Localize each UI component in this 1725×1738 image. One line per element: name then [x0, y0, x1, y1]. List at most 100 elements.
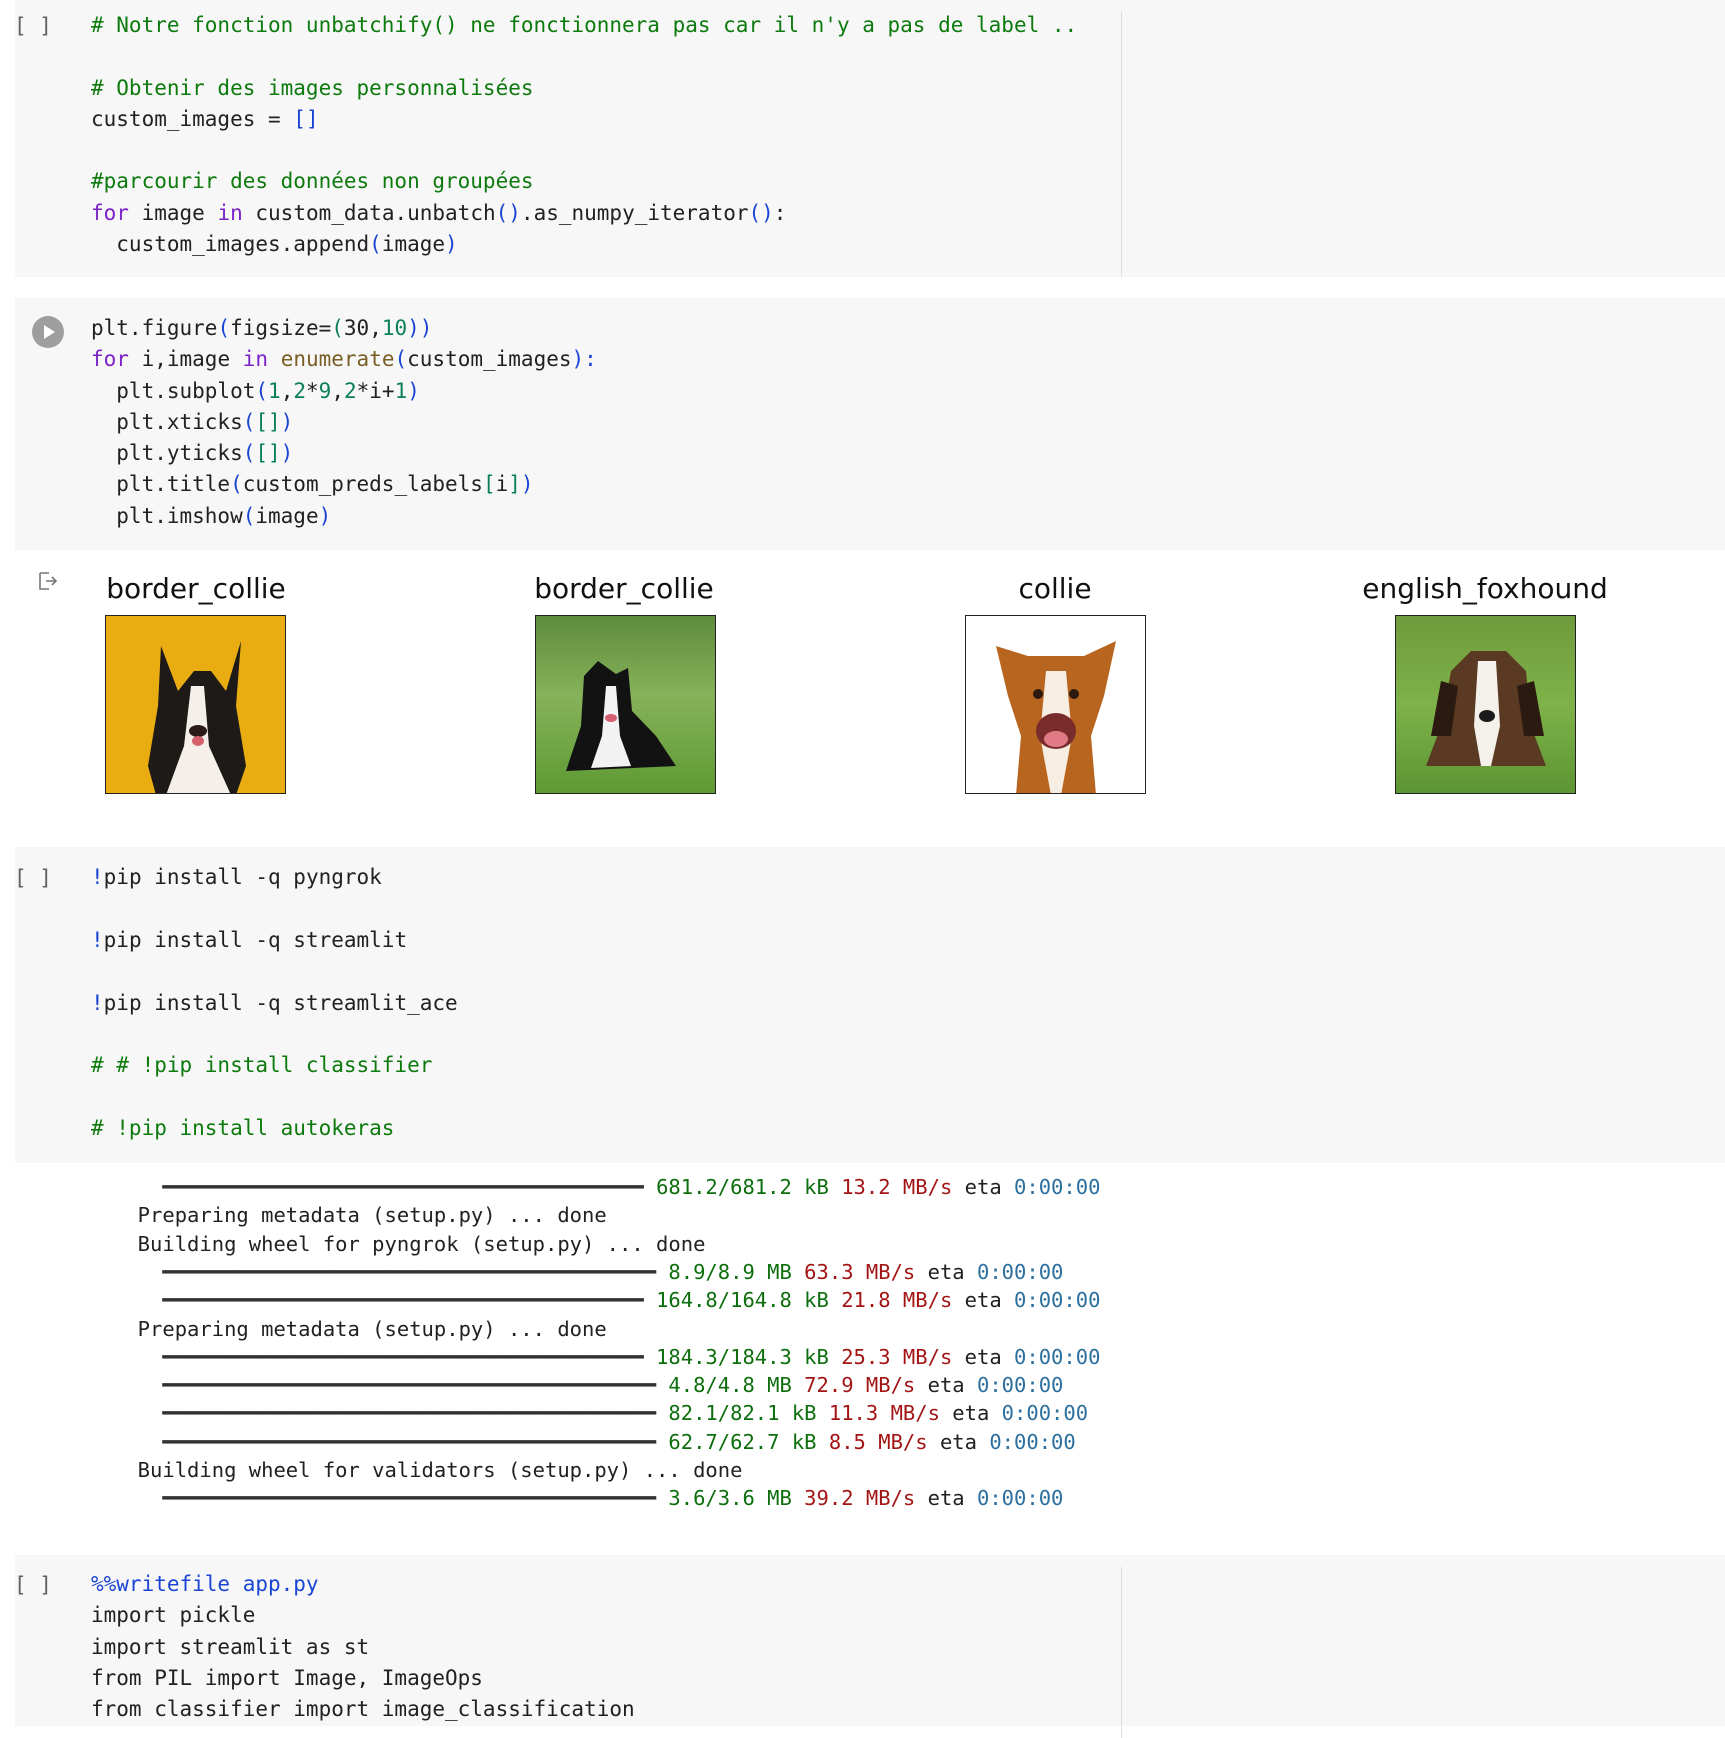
- code-editor[interactable]: !pip install -q pyngrok !pip install -q …: [91, 862, 458, 1145]
- output-token: eta: [964, 1175, 1002, 1199]
- code-line: import pickle: [91, 1600, 635, 1631]
- code-token: 2: [293, 378, 306, 403]
- code-line: # Notre fonction unbatchify() ne fonctio…: [91, 10, 1077, 41]
- output-token: 82.1/82.1 kB: [668, 1401, 817, 1426]
- code-token: )): [407, 316, 433, 340]
- output-token: ━━━━━━━━━━━━━━━━━━━━━━━━━━━━━━━━━━━━━━━: [162, 1175, 644, 1199]
- code-token: (: [230, 472, 243, 497]
- plot-title: collie: [1018, 572, 1092, 605]
- output-token: ━━━━━━━━━━━━━━━━━━━━━━━━━━━━━━━━━━━━━━━━: [162, 1259, 657, 1284]
- output-token: Building wheel for pyngrok (setup.py) ..…: [113, 1231, 706, 1256]
- code-token: (: [242, 441, 256, 466]
- output-line: Building wheel for pyngrok (setup.py) ..…: [113, 1231, 706, 1256]
- code-line: plt.figure(figsize=(30,10)): [91, 313, 597, 344]
- code-token: plt.imshow: [91, 503, 243, 528]
- output-token: 0:00:00: [989, 1429, 1076, 1454]
- code-editor[interactable]: plt.figure(figsize=(30,10)) for i,image i…: [91, 313, 597, 532]
- code-line: from PIL import Image, ImageOps: [91, 1663, 635, 1694]
- cell-run-bracket[interactable]: [ ]: [14, 866, 52, 890]
- code-editor[interactable]: # Notre fonction unbatchify() ne fonctio…: [91, 10, 1077, 260]
- output-token: 63.3 MB/s: [804, 1259, 916, 1284]
- code-token: # Notre fonction unbatchify() ne fonctio…: [91, 13, 1078, 37]
- output-token: 11.3 MB/s: [828, 1401, 940, 1426]
- code-token: # Obtenir des images personnalisées: [91, 75, 534, 100]
- code-line: !pip install -q streamlit: [91, 925, 458, 956]
- code-line: !pip install -q pyngrok: [91, 862, 458, 893]
- dog-image: [965, 615, 1146, 794]
- output-line: ━━━━━━━━━━━━━━━━━━━━━━━━━━━━━━━━━━━━━━━━…: [113, 1429, 1076, 1454]
- output-token: ━━━━━━━━━━━━━━━━━━━━━━━━━━━━━━━━━━━━━━━: [162, 1288, 644, 1313]
- output-token: 13.2 MB/s: [841, 1175, 953, 1199]
- code-token: custom_preds_labels: [242, 472, 483, 497]
- code-token: (: [217, 316, 231, 340]
- code-token: 1: [394, 378, 408, 403]
- output-token: 0:00:00: [976, 1373, 1064, 1398]
- code-line: !pip install -q streamlit_ace: [91, 988, 458, 1019]
- code-token: plt.subplot: [91, 378, 256, 403]
- code-token: pip install -q streamlit: [103, 927, 408, 952]
- code-token: ):: [571, 347, 597, 372]
- output-line: ━━━━━━━━━━━━━━━━━━━━━━━━━━━━━━━━━━━━━━━━…: [113, 1260, 1063, 1284]
- code-token: # # !pip install classifier: [91, 1053, 433, 1078]
- code-token: plt.title: [91, 472, 231, 497]
- output-token: 3.6/3.6 MB: [668, 1486, 792, 1511]
- code-token: image: [128, 200, 218, 225]
- code-token: custom_data.unbatch: [242, 200, 496, 225]
- code-line: plt.title(custom_preds_labels[i]): [91, 469, 597, 500]
- output-token: 25.3 MB/s: [841, 1344, 953, 1369]
- code-token: image: [255, 503, 319, 528]
- output-token: 72.9 MB/s: [804, 1373, 916, 1398]
- code-token: #parcourir des données non groupées: [91, 169, 534, 194]
- output-line: ━━━━━━━━━━━━━━━━━━━━━━━━━━━━━━━━━━━━━━━ …: [113, 1288, 1100, 1312]
- code-token: enumerate: [280, 347, 395, 372]
- code-line: #parcourir des données non groupées: [91, 166, 1077, 197]
- output-token: eta: [964, 1344, 1002, 1369]
- code-token: ,: [280, 378, 294, 403]
- run-cell-button[interactable]: [32, 316, 64, 348]
- code-line: # !pip install autokeras: [91, 1113, 458, 1144]
- code-token: custom_images: [407, 347, 572, 372]
- code-line: import streamlit as st: [91, 1632, 635, 1663]
- code-token: !: [91, 990, 104, 1015]
- code-token: *: [306, 378, 319, 403]
- output-token: eta: [952, 1401, 990, 1426]
- code-token: ): [520, 472, 534, 497]
- output-token: eta: [927, 1373, 965, 1398]
- output-token: eta: [939, 1429, 977, 1454]
- code-editor[interactable]: %%writefile app.py import pickle import st…: [91, 1569, 635, 1725]
- code-line: custom_images = []: [91, 104, 1077, 135]
- code-token: (: [255, 378, 269, 403]
- code-token: .as_numpy_iterator: [520, 200, 749, 225]
- cell-divider: [1121, 12, 1122, 277]
- output-token: 0:00:00: [1014, 1288, 1101, 1313]
- output-token: ━━━━━━━━━━━━━━━━━━━━━━━━━━━━━━━━━━━━━━━━: [162, 1373, 657, 1398]
- output-token: 4.8/4.8 MB: [668, 1373, 792, 1398]
- output-token: 0:00:00: [1001, 1401, 1089, 1426]
- code-token: ): [280, 441, 294, 466]
- code-token: custom_images.append: [91, 232, 370, 257]
- output-line: Building wheel for validators (setup.py)…: [113, 1458, 743, 1482]
- output-token: Preparing metadata (setup.py) ... done: [113, 1316, 607, 1341]
- output-token: Preparing metadata (setup.py) ... done: [113, 1203, 607, 1228]
- cell-run-bracket[interactable]: [ ]: [14, 14, 52, 38]
- code-token: for: [91, 200, 129, 225]
- code-token: (): [748, 200, 774, 225]
- code-token: # !pip install autokeras: [91, 1116, 395, 1141]
- code-token: ,: [369, 316, 382, 340]
- code-token: ,: [331, 378, 344, 403]
- cell-output: ━━━━━━━━━━━━━━━━━━━━━━━━━━━━━━━━━━━━━━━ …: [113, 1175, 1213, 1515]
- code-token: pip install -q streamlit_ace: [103, 990, 458, 1015]
- code-token: from PIL import Image, ImageOps: [91, 1665, 483, 1690]
- output-token: 0:00:00: [1014, 1175, 1101, 1199]
- code-token: 2: [343, 378, 357, 403]
- code-token: !: [91, 865, 104, 889]
- code-token: from classifier import image_classificat…: [91, 1697, 635, 1722]
- cell-run-bracket[interactable]: [ ]: [14, 1573, 52, 1597]
- code-token: for: [91, 347, 129, 372]
- code-token: import streamlit as st: [91, 1634, 370, 1659]
- code-token: image: [381, 232, 446, 257]
- code-line: # Obtenir des images personnalisées: [91, 73, 1077, 104]
